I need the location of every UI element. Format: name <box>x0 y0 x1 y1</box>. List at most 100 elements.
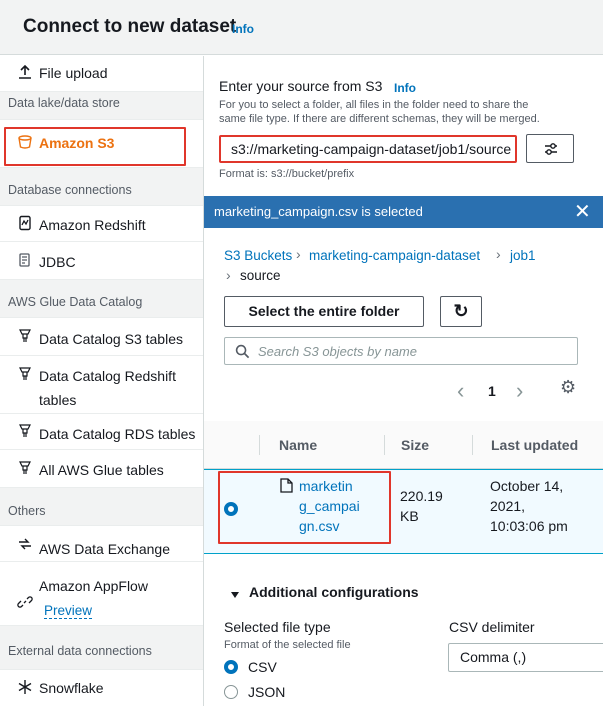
sidebar-item-label-line2: tables <box>39 392 77 408</box>
selection-text: marketing_campaign.csv is selected <box>214 204 423 219</box>
source-sidebar: File upload Data lake/data store Amazon … <box>0 56 204 706</box>
sidebar-item-snowflake[interactable]: Snowflake <box>0 670 203 706</box>
sidebar-item-label: Data Catalog Redshift <box>39 368 176 384</box>
pager-next-icon[interactable]: › <box>516 378 523 404</box>
section-database: Database connections <box>0 168 203 206</box>
sidebar-item-label: Data Catalog S3 tables <box>39 331 183 347</box>
search-icon <box>235 344 250 364</box>
chevron-right-icon: › <box>226 267 231 283</box>
file-size: 220.19 KB <box>400 486 443 526</box>
breadcrumb-bucket[interactable]: marketing-campaign-dataset <box>309 247 480 265</box>
glue-icon <box>16 328 34 346</box>
snowflake-icon <box>16 679 34 697</box>
file-size-line: KB <box>400 508 419 524</box>
file-size-line: 220.19 <box>400 488 443 504</box>
header-info-link[interactable]: Info <box>232 22 254 36</box>
source-panel: Enter your source from S3 Info For you t… <box>204 56 603 706</box>
sidebar-item-dc-s3[interactable]: Data Catalog S3 tables <box>0 318 203 356</box>
section-label: Data lake/data store <box>8 96 120 110</box>
sidebar-item-dc-redshift[interactable]: Data Catalog Redshift tables <box>0 356 203 414</box>
browse-s3-button[interactable] <box>526 134 574 163</box>
sidebar-item-redshift[interactable]: Amazon Redshift <box>0 206 203 242</box>
breadcrumb-source: source <box>240 268 281 283</box>
sidebar-item-label: Snowflake <box>39 680 104 696</box>
source-description-line: same file type. If there are different s… <box>219 113 540 125</box>
refresh-icon[interactable]: ↻ <box>440 296 482 327</box>
link-icon <box>16 594 34 612</box>
dialog-header: Connect to new dataset Info <box>0 0 603 55</box>
source-description-line: For you to select a folder, all files in… <box>219 99 529 111</box>
close-icon[interactable]: ✕ <box>574 199 591 224</box>
sidebar-item-label: All AWS Glue tables <box>39 462 164 478</box>
sidebar-item-label: Amazon Redshift <box>39 217 146 233</box>
sidebar-item-file-upload[interactable]: File upload <box>0 56 203 92</box>
radio-csv-label[interactable]: CSV <box>248 659 277 675</box>
sidebar-item-dc-rds[interactable]: Data Catalog RDS tables <box>0 414 203 450</box>
sliders-icon <box>543 141 559 162</box>
csv-delimiter-select[interactable]: Comma (,) <box>448 643 603 672</box>
last-updated-line: 2021, <box>490 498 526 514</box>
last-updated-line: October 14, <box>490 478 564 494</box>
chevron-right-icon: › <box>296 246 301 262</box>
sidebar-item-label: Data Catalog RDS tables <box>39 426 196 442</box>
caret-down-icon[interactable] <box>230 587 240 605</box>
pager-current-page[interactable]: 1 <box>488 383 496 399</box>
file-type-label: Selected file type <box>224 619 331 635</box>
search-placeholder: Search S3 objects by name <box>258 344 417 359</box>
radio-json-label[interactable]: JSON <box>248 684 285 700</box>
section-glue: AWS Glue Data Catalog <box>0 280 203 318</box>
highlight-box <box>4 127 186 166</box>
settings-gear-icon[interactable]: ⚙ <box>560 377 576 398</box>
select-entire-folder-button[interactable]: Select the entire folder <box>224 296 424 327</box>
sidebar-item-label: AWS Data Exchange <box>39 541 170 557</box>
file-last-updated: October 14, 2021, 10:03:06 pm <box>490 476 568 536</box>
s3-uri-input[interactable]: s3://marketing-campaign-dataset/job1/sou… <box>219 135 517 163</box>
upload-icon <box>16 64 34 82</box>
glue-icon <box>16 460 34 478</box>
highlight-box <box>218 471 391 544</box>
source-info-link[interactable]: Info <box>394 81 416 95</box>
sidebar-item-label: JDBC <box>39 254 76 270</box>
preview-link[interactable]: Preview <box>44 603 93 619</box>
source-label: Enter your source from S3 <box>219 78 383 94</box>
preview-badge[interactable]: Preview <box>44 598 93 623</box>
sidebar-item-data-exchange[interactable]: AWS Data Exchange <box>0 526 203 562</box>
radio-json[interactable] <box>224 685 238 699</box>
column-divider <box>384 435 385 455</box>
selection-banner: marketing_campaign.csv is selected ✕ <box>204 196 603 228</box>
column-divider <box>259 435 260 455</box>
uri-format-hint: Format is: s3://bucket/prefix <box>219 168 355 180</box>
breadcrumb-job1[interactable]: job1 <box>510 247 536 265</box>
glue-icon <box>16 423 34 441</box>
search-input[interactable]: Search S3 objects by name <box>224 337 578 365</box>
sidebar-item-all-glue[interactable]: All AWS Glue tables <box>0 450 203 488</box>
sidebar-item-jdbc[interactable]: JDBC <box>0 242 203 280</box>
column-header-name[interactable]: Name <box>279 437 317 453</box>
dialog-title: Connect to new dataset <box>23 16 237 37</box>
exchange-icon <box>16 536 34 554</box>
csv-delimiter-label: CSV delimiter <box>449 619 535 635</box>
source-description: For you to select a folder, all files in… <box>219 98 589 126</box>
breadcrumb-s3-buckets[interactable]: S3 Buckets <box>224 247 292 265</box>
sidebar-item-label: Amazon AppFlow <box>39 578 148 594</box>
redshift-icon <box>16 215 34 233</box>
section-label: Database connections <box>8 183 132 197</box>
section-label: External data connections <box>8 644 152 658</box>
sidebar-item-appflow[interactable]: Amazon AppFlow Preview <box>0 562 203 626</box>
radio-csv[interactable] <box>224 660 238 674</box>
column-header-size[interactable]: Size <box>401 437 429 453</box>
pager-prev-icon[interactable]: ‹ <box>457 378 464 404</box>
section-external: External data connections <box>0 626 203 670</box>
chevron-right-icon: › <box>496 246 501 262</box>
section-label: AWS Glue Data Catalog <box>8 295 143 309</box>
section-data-lake: Data lake/data store <box>0 92 203 120</box>
jdbc-icon <box>16 252 34 270</box>
additional-configurations-toggle[interactable]: Additional configurations <box>249 584 419 600</box>
section-others: Others <box>0 488 203 526</box>
section-label: Others <box>8 504 46 518</box>
column-divider <box>472 435 473 455</box>
file-type-description: Format of the selected file <box>224 639 351 651</box>
last-updated-line: 10:03:06 pm <box>490 518 568 534</box>
sidebar-item-label: File upload <box>39 65 108 81</box>
column-header-last-updated[interactable]: Last updated <box>491 437 578 453</box>
